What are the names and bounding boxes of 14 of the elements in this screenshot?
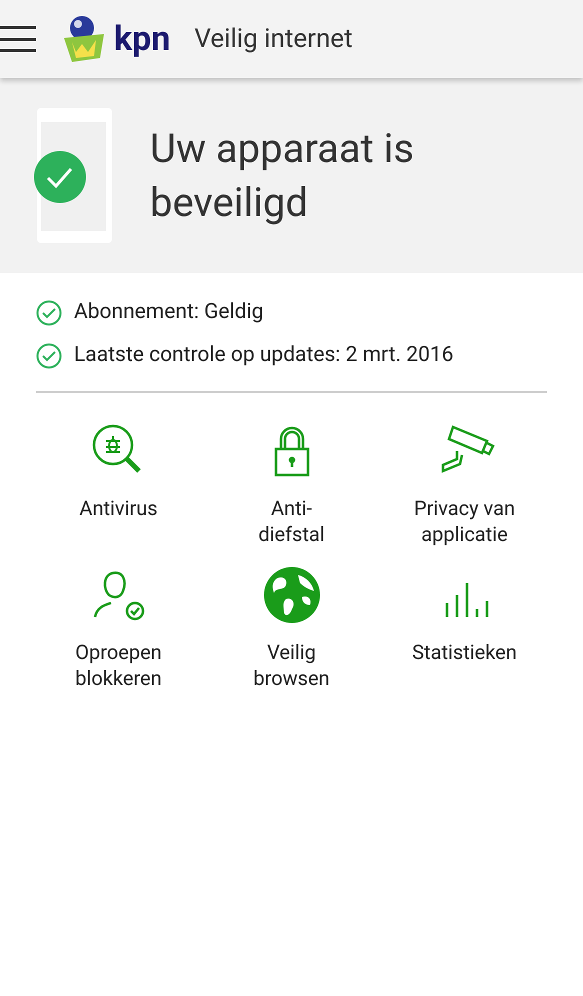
feature-tile[interactable]: Veilig browsen <box>205 565 378 691</box>
globe-icon <box>262 565 322 625</box>
app-title: Veilig internet <box>194 22 353 56</box>
check-icon <box>36 342 62 368</box>
check-icon <box>36 300 62 326</box>
status-text: Laatste controle op updates: 2 mrt. 2016 <box>74 342 454 369</box>
feature-tile[interactable]: Privacy van applicatie <box>378 421 551 547</box>
feature-tile[interactable]: Antivirus <box>32 421 205 547</box>
status-title: Uw apparaat is beveiligd <box>150 124 416 228</box>
feature-tile[interactable]: Oproepen blokkeren <box>32 565 205 691</box>
feature-tile[interactable]: Statistieken <box>378 565 551 691</box>
feature-tile[interactable]: Anti- diefstal <box>205 421 378 547</box>
status-text: Abonnement: Geldig <box>74 298 264 326</box>
logo-text: kpn <box>114 22 170 56</box>
